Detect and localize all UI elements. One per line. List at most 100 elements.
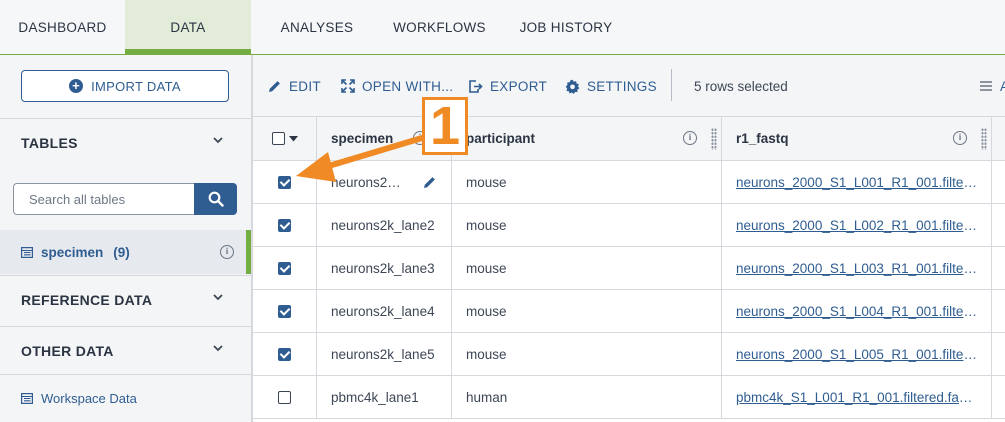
- pencil-icon[interactable]: [422, 175, 437, 190]
- row-select-cell: [253, 290, 317, 332]
- selection-status: 5 rows selected: [694, 78, 788, 94]
- participant-value: mouse: [466, 260, 507, 276]
- row-select-cell: [253, 204, 317, 246]
- tab-analyses[interactable]: ANALYSES: [262, 0, 372, 54]
- row-checkbox[interactable]: [278, 175, 291, 189]
- tab-job-history[interactable]: JOB HISTORY: [510, 0, 622, 54]
- participant-cell[interactable]: mouse: [452, 161, 722, 203]
- reference-header-label: REFERENCE DATA: [21, 292, 153, 308]
- top-nav: DASHBOARD DATA ANALYSES WORKFLOWS JOB HI…: [0, 0, 1005, 55]
- table-search: [13, 183, 237, 215]
- row-checkbox[interactable]: [278, 347, 291, 361]
- table-row[interactable]: neurons2k_lane1 mouse neurons_2000_S1_L0…: [253, 161, 1005, 204]
- export-icon: [469, 79, 483, 93]
- sidebar-item-specimen[interactable]: specimen (9) i: [0, 230, 251, 274]
- column-header-participant[interactable]: participant i: [452, 117, 722, 160]
- reference-data-section-header[interactable]: REFERENCE DATA: [0, 275, 251, 324]
- specimen-cell[interactable]: neurons2k_lane3: [317, 247, 452, 289]
- table-item-name: specimen: [41, 244, 104, 260]
- specimen-cell[interactable]: neurons2k_lane2: [317, 204, 452, 246]
- toolbar: EDIT OPEN WITH... EXPORT SETTINGS 5 rows…: [253, 55, 1005, 117]
- tables-section-header[interactable]: TABLES: [0, 118, 251, 167]
- callout-number-badge: 1: [422, 97, 468, 155]
- grid-header-row: specimen i participant i r1_fastq i: [253, 117, 1005, 161]
- table-icon: [21, 246, 33, 258]
- tables-header-label: TABLES: [21, 135, 78, 151]
- row-checkbox[interactable]: [278, 261, 291, 275]
- file-link[interactable]: pbmc4k_S1_L001_R1_001.filtered.fastq.gz: [736, 390, 978, 405]
- info-icon[interactable]: i: [220, 245, 234, 259]
- edit-button[interactable]: EDIT: [267, 55, 321, 117]
- specimen-value: neurons2k_lane3: [331, 260, 435, 276]
- column-menu-button[interactable]: A: [979, 55, 1005, 117]
- drag-handle-icon[interactable]: [711, 128, 717, 150]
- edit-label: EDIT: [289, 78, 321, 94]
- tab-workflows[interactable]: WORKFLOWS: [383, 0, 496, 54]
- info-icon[interactable]: i: [953, 131, 967, 145]
- participant-value: human: [466, 389, 508, 405]
- table-row[interactable]: neurons2k_lane2 mouse neurons_2000_S1_L0…: [253, 204, 1005, 247]
- table-row[interactable]: neurons2k_lane4 mouse neurons_2000_S1_L0…: [253, 290, 1005, 333]
- sidebar-item-workspace-data[interactable]: Workspace Data: [21, 391, 137, 406]
- settings-button[interactable]: SETTINGS: [565, 55, 657, 117]
- row-checkbox[interactable]: [278, 218, 291, 232]
- overflow-label: A: [1000, 78, 1005, 94]
- tab-dashboard[interactable]: DASHBOARD: [0, 0, 125, 54]
- specimen-cell[interactable]: pbmc4k_lane1: [317, 376, 452, 418]
- file-link[interactable]: neurons_2000_S1_L002_R1_001.filtered.fas…: [736, 218, 978, 233]
- import-data-label: IMPORT DATA: [91, 78, 181, 94]
- chevron-down-icon: [213, 294, 223, 301]
- search-input[interactable]: [13, 183, 194, 215]
- r1-fastq-cell[interactable]: neurons_2000_S1_L001_R1_001.filtered.fas…: [722, 161, 992, 203]
- participant-cell[interactable]: mouse: [452, 204, 722, 246]
- r1-fastq-cell[interactable]: neurons_2000_S1_L002_R1_001.filtered.fas…: [722, 204, 992, 246]
- participant-cell[interactable]: human: [452, 376, 722, 418]
- open-with-label: OPEN WITH...: [362, 78, 454, 94]
- column-header-r1-fastq[interactable]: r1_fastq i: [722, 117, 992, 160]
- participant-value: mouse: [466, 217, 507, 233]
- data-grid: specimen i participant i r1_fastq i neur…: [253, 117, 1005, 422]
- file-link[interactable]: neurons_2000_S1_L004_R1_001.filtered.fas…: [736, 304, 978, 319]
- drag-handle-icon[interactable]: [981, 128, 987, 150]
- row-select-cell: [253, 376, 317, 418]
- select-all-cell: [253, 117, 317, 160]
- participant-cell[interactable]: mouse: [452, 333, 722, 375]
- specimen-cell[interactable]: neurons2k_lane4: [317, 290, 452, 332]
- caret-down-icon[interactable]: [288, 135, 298, 142]
- settings-label: SETTINGS: [587, 78, 657, 94]
- info-icon[interactable]: i: [683, 131, 697, 145]
- other-data-section-header[interactable]: OTHER DATA: [0, 326, 251, 375]
- chevron-down-icon: [213, 345, 223, 352]
- search-button[interactable]: [194, 183, 237, 215]
- row-select-cell: [253, 161, 317, 203]
- tab-data[interactable]: DATA: [125, 0, 251, 54]
- participant-value: mouse: [466, 346, 507, 362]
- specimen-value: neurons2k_lane4: [331, 303, 435, 319]
- specimen-cell[interactable]: neurons2k_lane5: [317, 333, 452, 375]
- row-select-cell: [253, 333, 317, 375]
- file-link[interactable]: neurons_2000_S1_L001_R1_001.filtered.fas…: [736, 175, 978, 190]
- export-button[interactable]: EXPORT: [468, 55, 547, 117]
- row-checkbox[interactable]: [278, 304, 291, 318]
- column-header-label: r1_fastq: [736, 131, 789, 146]
- file-link[interactable]: neurons_2000_S1_L005_R1_001.filtered.fas…: [736, 347, 978, 362]
- r1-fastq-cell[interactable]: neurons_2000_S1_L005_R1_001.filtered.fas…: [722, 333, 992, 375]
- workspace-data-label: Workspace Data: [41, 391, 137, 406]
- select-all-checkbox[interactable]: [271, 132, 285, 145]
- r1-fastq-cell[interactable]: neurons_2000_S1_L003_R1_001.filtered.fas…: [722, 247, 992, 289]
- participant-value: mouse: [466, 174, 507, 190]
- participant-cell[interactable]: mouse: [452, 290, 722, 332]
- table-row[interactable]: neurons2k_lane5 mouse neurons_2000_S1_L0…: [253, 333, 1005, 376]
- row-checkbox[interactable]: [278, 390, 291, 404]
- table-row[interactable]: neurons2k_lane3 mouse neurons_2000_S1_L0…: [253, 247, 1005, 290]
- table-row[interactable]: pbmc4k_lane1 human pbmc4k_S1_L001_R1_001…: [253, 376, 1005, 419]
- table-item-count: (9): [113, 244, 130, 260]
- file-link[interactable]: neurons_2000_S1_L003_R1_001.filtered.fas…: [736, 261, 978, 276]
- r1-fastq-cell[interactable]: neurons_2000_S1_L004_R1_001.filtered.fas…: [722, 290, 992, 332]
- specimen-cell[interactable]: neurons2k_lane1: [317, 161, 452, 203]
- participant-cell[interactable]: mouse: [452, 247, 722, 289]
- import-data-button[interactable]: + IMPORT DATA: [21, 70, 229, 102]
- pencil-icon: [269, 80, 280, 92]
- expand-icon: [341, 79, 355, 93]
- r1-fastq-cell[interactable]: pbmc4k_S1_L001_R1_001.filtered.fastq.gz: [722, 376, 992, 418]
